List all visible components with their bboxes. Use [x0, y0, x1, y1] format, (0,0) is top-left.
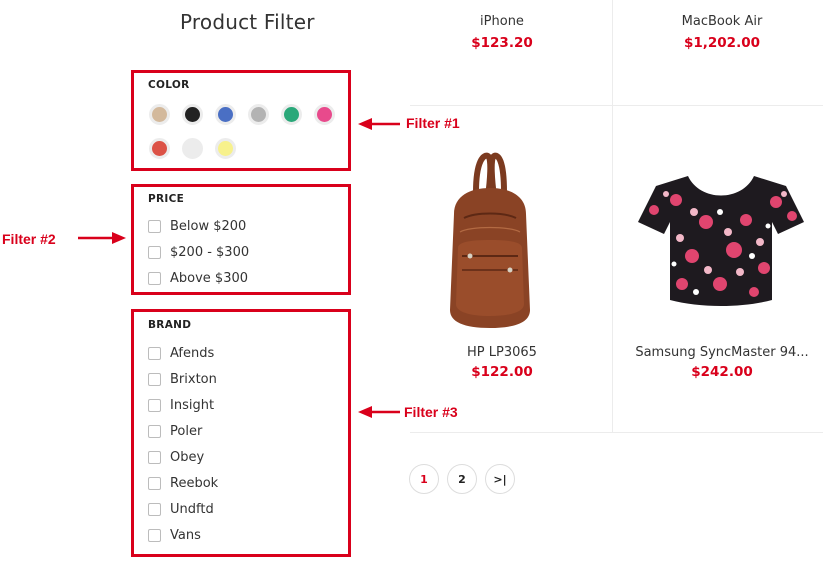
checkbox[interactable] — [148, 372, 161, 386]
product-price: $1,202.00 — [683, 35, 760, 51]
brand-option-label: Reebok — [170, 475, 219, 491]
price-option-label: Below $200 — [170, 218, 247, 234]
product-name[interactable]: Samsung SyncMaster 94... — [630, 345, 814, 360]
checkbox[interactable] — [148, 398, 161, 412]
price-option[interactable]: $200 - $300 — [148, 243, 249, 261]
grid-divider — [612, 0, 613, 105]
product-price: $242.00 — [691, 364, 753, 380]
checkbox[interactable] — [148, 271, 161, 285]
brand-heading: BRAND — [148, 319, 192, 331]
price-option[interactable]: Below $200 — [148, 217, 246, 235]
checkbox[interactable] — [148, 476, 161, 490]
brand-option-label: Poler — [170, 423, 203, 439]
brand-option-label: Brixton — [170, 371, 217, 387]
color-swatch-black[interactable] — [182, 104, 203, 125]
brand-option[interactable]: Poler — [148, 422, 202, 440]
color-swatch-gray[interactable] — [248, 104, 269, 125]
brand-option[interactable]: Obey — [148, 448, 204, 466]
brand-option[interactable]: Vans — [148, 526, 201, 544]
product-name[interactable]: MacBook Air — [640, 14, 804, 29]
color-swatch-pink[interactable] — [314, 104, 335, 125]
grid-divider — [410, 432, 823, 433]
grid-divider — [410, 105, 823, 106]
color-swatch-blue[interactable] — [215, 104, 236, 125]
arrow-left-icon — [358, 406, 400, 418]
brand-option[interactable]: Insight — [148, 396, 214, 414]
price-filter-section: PRICE Below $200 $200 - $300 Above $300 — [131, 184, 351, 295]
grid-divider — [612, 105, 613, 432]
arrow-right-icon — [78, 232, 126, 244]
checkbox[interactable] — [148, 424, 161, 438]
color-swatch-tan[interactable] — [149, 104, 170, 125]
callout-filter-2: Filter #2 — [2, 231, 56, 247]
brand-option[interactable]: Afends — [148, 344, 214, 362]
callout-filter-1: Filter #1 — [406, 115, 460, 131]
color-swatch-yellow[interactable] — [215, 138, 236, 159]
brand-option-label: Undftd — [170, 501, 214, 517]
page-1-button[interactable]: 1 — [409, 464, 439, 494]
brand-option-label: Vans — [170, 527, 201, 543]
checkbox[interactable] — [148, 245, 161, 259]
color-filter-section: COLOR — [131, 70, 351, 171]
callout-filter-3: Filter #3 — [404, 404, 458, 420]
color-swatch-red[interactable] — [149, 138, 170, 159]
checkbox[interactable] — [148, 450, 161, 464]
last-page-button[interactable]: >| — [485, 464, 515, 494]
brand-option[interactable]: Undftd — [148, 500, 214, 518]
brand-filter-section: BRAND Afends Brixton Insight Poler Obey … — [131, 309, 351, 557]
checkbox[interactable] — [148, 528, 161, 542]
brand-option-label: Afends — [170, 345, 215, 361]
checkbox[interactable] — [148, 219, 161, 233]
product-image-floral-top[interactable] — [636, 172, 806, 310]
price-heading: PRICE — [148, 193, 185, 205]
product-image-backpack[interactable] — [440, 152, 540, 332]
arrow-left-icon — [358, 118, 400, 130]
product-name[interactable]: iPhone — [420, 14, 584, 29]
price-option-label: $200 - $300 — [170, 244, 250, 260]
price-option[interactable]: Above $300 — [148, 269, 248, 287]
color-heading: COLOR — [148, 79, 190, 91]
checkbox[interactable] — [148, 502, 161, 516]
color-swatch-green[interactable] — [281, 104, 302, 125]
color-swatch-white[interactable] — [182, 138, 203, 159]
product-price: $123.20 — [471, 35, 533, 51]
brand-option[interactable]: Brixton — [148, 370, 217, 388]
price-option-label: Above $300 — [170, 270, 249, 286]
brand-option-label: Obey — [170, 449, 205, 465]
page-title: Product Filter — [180, 10, 315, 34]
page-2-button[interactable]: 2 — [447, 464, 477, 494]
brand-option-label: Insight — [170, 397, 215, 413]
checkbox[interactable] — [148, 346, 161, 360]
product-price: $122.00 — [471, 364, 533, 380]
brand-option[interactable]: Reebok — [148, 474, 218, 492]
product-name[interactable]: HP LP3065 — [420, 345, 584, 360]
